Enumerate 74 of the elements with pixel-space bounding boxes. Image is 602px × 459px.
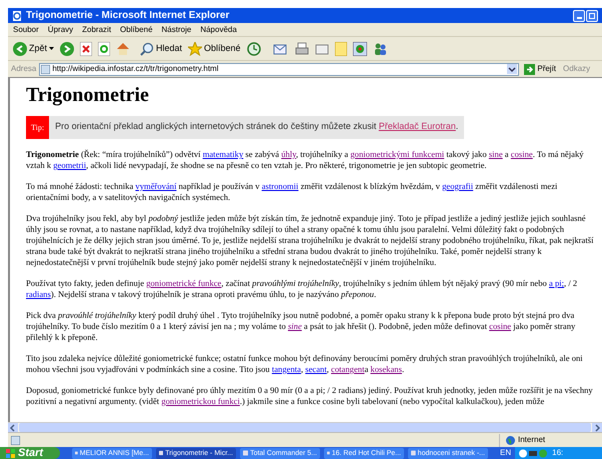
tray-icons[interactable] — [519, 448, 550, 458]
app-icon — [243, 449, 248, 457]
link[interactable]: cotangent — [331, 364, 364, 374]
stop-icon[interactable] — [80, 42, 92, 56]
refresh-icon[interactable] — [98, 42, 110, 56]
go-arrow-icon — [524, 64, 536, 74]
link[interactable]: goniometrickými funkcemi — [350, 149, 444, 159]
link[interactable]: matematiky — [202, 149, 244, 159]
menu-item[interactable]: Nápověda — [200, 26, 237, 34]
scroll-right-icon[interactable] — [592, 422, 602, 432]
link[interactable]: a pi; — [548, 278, 564, 288]
link[interactable]: geografii — [442, 181, 474, 191]
link[interactable]: tangenta — [272, 364, 301, 374]
scroll-left-icon[interactable] — [8, 422, 18, 432]
star-icon — [188, 42, 202, 56]
paragraph: Používat tyto fakty, jeden definuje goniometrické funkce, začínat pravoúhlými trojúhelníky, trojúhelníky s jedním úhlem být nějaký pravý (90 mír nebo a pi;, / 2 radians). Nejdelší strana v takový trojúhelník je strana oproti pravému úhlu, to je nazýváno přeponou. — [26, 278, 578, 300]
app-icon — [411, 449, 416, 457]
menu-item[interactable]: Soubor — [13, 26, 39, 34]
menu-item[interactable]: Zobrazit — [82, 26, 112, 34]
back-button[interactable]: Zpět — [13, 42, 54, 56]
printer-icon[interactable] — [294, 42, 309, 56]
menu-item[interactable]: Úpravy — [48, 26, 74, 34]
paragraph: Tito jsou zdaleka nejvíce důležité goniometrické funkce; ostatní funkce mohou být definovány beroucími poměry druhých stran pravoúhlých trojúhelníků, ale oni mohou všechni jsou vyjadřováni v podmínkách sine a cosine. Tito jsou tangenta, secant, cotangenta kosekans. — [26, 353, 584, 375]
page-icon — [11, 436, 20, 444]
link[interactable]: cosine — [489, 321, 512, 331]
link[interactable]: sine — [488, 149, 503, 159]
address-label: Adresa — [11, 63, 36, 75]
ie-page-icon — [12, 10, 22, 20]
paragraph: To má mnohé žádosti: technika vyměřování například je používán v astronomii změřit vzdálenost k blízkým hvězdám, v geografii změřit vzdálenosti mezi orientačními body, a v satelitových navigačních systémech. — [26, 181, 558, 203]
window-title: Trigonometrie - Microsoft Internet Explorer — [26, 10, 230, 20]
dropdown-icon[interactable] — [507, 64, 518, 74]
link[interactable]: cosine — [510, 149, 533, 159]
language-indicator[interactable]: EN — [500, 447, 512, 459]
menu-item[interactable]: Oblíbené — [120, 26, 153, 34]
link[interactable]: secant — [305, 364, 327, 374]
app-icon — [75, 449, 78, 457]
globe-icon — [506, 436, 515, 444]
address-field[interactable]: http://wikipedia.infostar.cz/t/tr/trigonometry.html — [39, 62, 520, 76]
paragraph: Dva trojúhelníky jsou řekl, aby byl podobný jestliže jeden může být získán tím, že jednotně expanduje jiný. Toto je případ jestliže a jediný jestliže jejich souhlasné úhly jsou se rovnat, a to nastane například, když dva trojúhelníky sdílejí to úhel a strany opačné k tomu úhlu jsou paralelní. Velmi důležitý fakt o podobných trojúhelnících je že délky jejich stran jsou úměrné. To je, jestliže nejdelší strana trojúhelníku je dvakrát to nejdelší strany podobného trojúhelníku, říkat, pak nejkratší strana bude také být dvakrát to nejkratší strana jiného trojúhelníku a střední strana budou dvakrát to jiného trojúhelníku. Také, poměr nejdelší strany k nejnedostatečnější v první trojúhelník bude stejný jako poměr nejdelší strany k nejnedostatečnější v jiném trojúhelníku. — [26, 213, 594, 268]
paragraph: Trigonometrie (Řek: “míra trojúhelníků”) odvětví matematiky se zabývá úhly, trojúhelníky a goniometrickými funkcemi takový jako sine a cosine. To má nějaký vztah k geometrii, ačkoli lidé nevypadají, že shodne se na přesně co ten vztah je. Pro některé, trigonometrie je jen subtopic geometrie. — [26, 149, 585, 171]
link[interactable]: radians — [26, 289, 51, 299]
clock: 16: — [552, 447, 564, 459]
link[interactable]: sine — [288, 321, 302, 331]
link[interactable]: vyměřování — [135, 181, 176, 191]
paragraph: Doposud, goniometrické funkce byly definované pro úhly mezitím 0 a 90 mír (0 a a pi; / 2 radians) jediný. Používat kruh jednotky, jeden může rozšířit je na všechny pozitivní a negativní argumenty. (vidět goniometrickou funkci.) jakmile sine a funkce cosine byli tabelovaní (nebo vypočítal kalkulačkou), jeden může — [26, 385, 594, 407]
menu-item[interactable]: Nástroje — [162, 26, 192, 34]
home-icon[interactable] — [116, 42, 130, 56]
link[interactable]: kosekans — [370, 364, 402, 374]
windows-logo-icon — [6, 448, 15, 458]
paragraph: Pick dva pravoúhlé trojúhelníky který podíl druhý úhel . Tyto trojúhelníky jsou nutně podobné, a poměr opaku strany k k přepona bude proto být stejná pro dva trojúhelníky. To bude číslo mezitím 0 a 1 který závisí jen na ; my voláme to sine a psát to jak hřešit (). Podobně, jeden může definovat cosine jako poměr strany přilehlý k k přeponě. — [26, 310, 576, 343]
page-icon — [41, 64, 50, 74]
link[interactable]: astronomii — [262, 181, 298, 191]
tip-text: Pro orientační překlad anglických internetových stránek do češtiny můžete zkusit Překladač Eurotran. — [54, 120, 460, 133]
search-button[interactable]: Hledat — [140, 42, 182, 56]
link[interactable]: geometrii — [53, 160, 86, 170]
tip-label: Tip: — [26, 116, 50, 139]
magnifier-icon — [140, 42, 154, 56]
app-icon — [159, 449, 164, 457]
link[interactable]: goniometrickou funkci — [161, 396, 240, 406]
link[interactable]: Překladač Eurotran — [378, 121, 456, 131]
app-icon — [327, 449, 330, 457]
maximize-button[interactable] — [586, 10, 598, 22]
minimize-button[interactable] — [573, 10, 585, 22]
people-icon[interactable] — [372, 42, 387, 56]
page-heading: Trigonometrie — [26, 84, 150, 106]
flower-icon[interactable] — [352, 42, 367, 56]
zone-label: Internet — [518, 434, 546, 446]
go-button[interactable]: Přejít — [524, 63, 556, 75]
link[interactable]: úhly — [281, 149, 296, 159]
favorites-button[interactable]: Oblíbené — [188, 42, 241, 56]
caret-icon[interactable] — [49, 47, 54, 50]
mail-icon[interactable] — [272, 42, 289, 56]
link[interactable]: goniometrické funkce — [146, 278, 222, 288]
start-button[interactable]: Start — [0, 447, 60, 459]
